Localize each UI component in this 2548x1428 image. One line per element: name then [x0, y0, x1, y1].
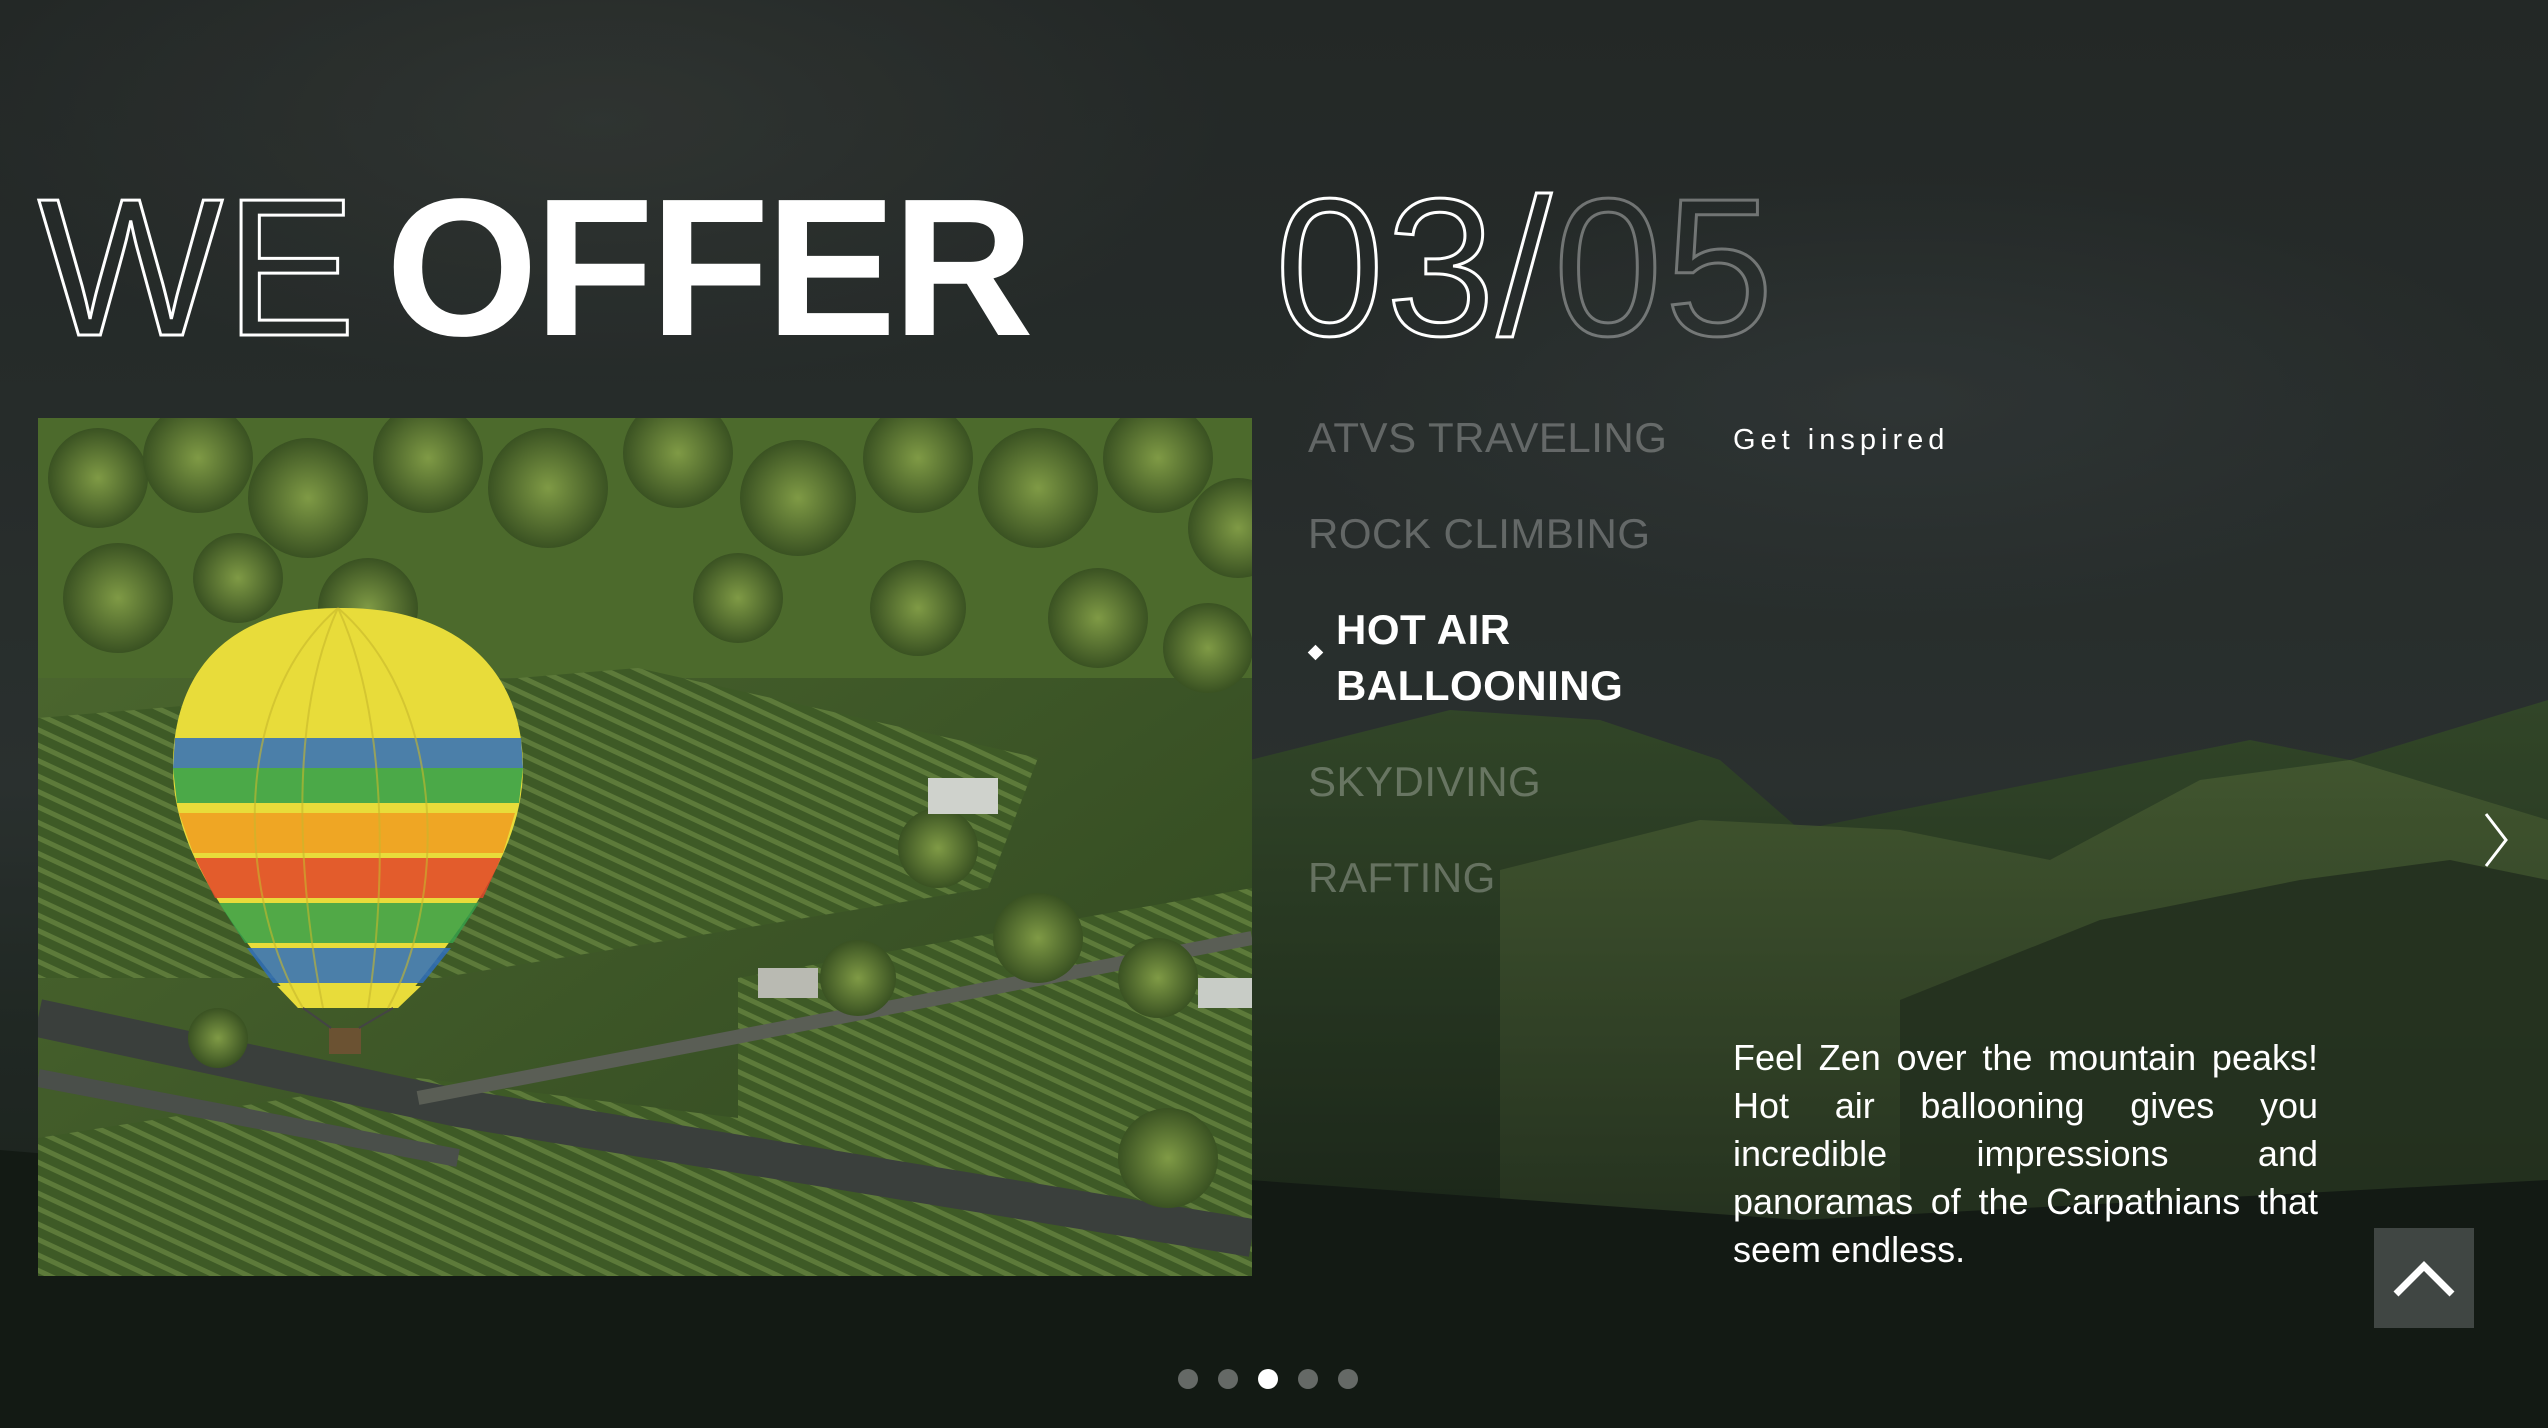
hot-air-balloon-image	[38, 418, 1252, 1276]
pagination-dot[interactable]	[1298, 1369, 1318, 1389]
menu-item-skydiving[interactable]: SKYDIVING	[1308, 754, 1728, 810]
menu-item-rafting[interactable]: RAFTING	[1308, 850, 1728, 906]
total-slide-number: 05	[1552, 158, 1776, 377]
chevron-right-icon	[2484, 813, 2508, 867]
current-slide-number: 03	[1273, 158, 1498, 377]
pagination-dot[interactable]	[1338, 1369, 1358, 1389]
chevron-up-icon	[2393, 1261, 2455, 1297]
page-title: WE OFFER	[37, 168, 1034, 367]
pagination-dots	[1178, 1369, 1358, 1389]
activity-description: Feel Zen over the mountain peaks! Hot ai…	[1733, 1037, 2318, 1270]
pagination-dot-active[interactable]	[1258, 1369, 1278, 1389]
menu-item-atvs-traveling[interactable]: ATVS TRAVELING	[1308, 410, 1728, 466]
pagination-dot[interactable]	[1178, 1369, 1198, 1389]
pagination-dot[interactable]	[1218, 1369, 1238, 1389]
title-light-word: WE	[37, 158, 358, 377]
next-slide-button[interactable]	[2480, 808, 2514, 872]
get-inspired-link[interactable]: Get inspired	[1733, 424, 1949, 457]
title-bold-word: OFFER	[385, 158, 1034, 377]
menu-item-rock-climbing[interactable]: ROCK CLIMBING	[1308, 506, 1728, 562]
activity-photo	[38, 418, 1252, 1276]
counter-separator: /	[1496, 158, 1554, 377]
slide-counter: 03/05	[1273, 168, 1776, 367]
scroll-to-top-button[interactable]	[2374, 1228, 2474, 1328]
menu-item-hot-air-ballooning[interactable]: HOT AIR BALLOONING	[1308, 602, 1636, 714]
activities-menu: ATVS TRAVELING ROCK CLIMBING HOT AIR BAL…	[1308, 410, 1728, 946]
